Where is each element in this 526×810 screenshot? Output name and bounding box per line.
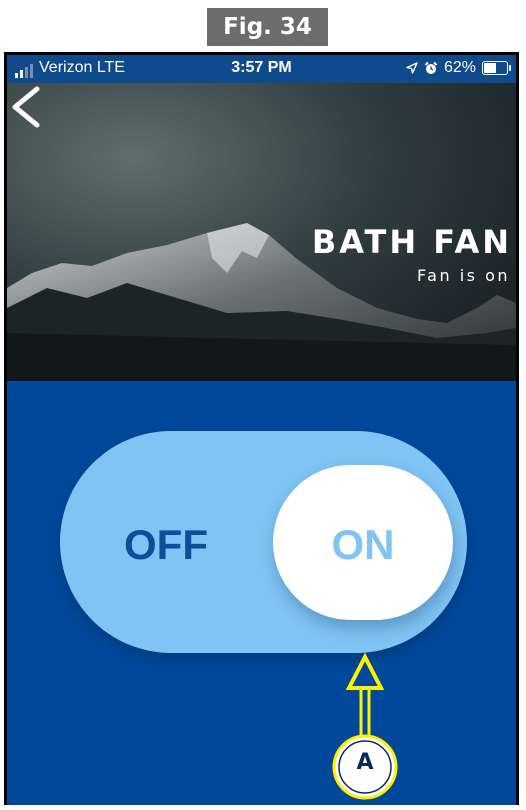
phone-screen: Verizon LTE 3:57 PM 62% BATH FAN Fan is … xyxy=(4,52,519,805)
back-button[interactable] xyxy=(7,83,47,131)
callout-letter: A xyxy=(356,750,374,775)
toggle-off-label: OFF xyxy=(124,521,208,568)
battery-icon xyxy=(482,61,511,75)
alarm-clock-icon xyxy=(424,61,438,74)
callout-a: A xyxy=(320,650,430,805)
fan-status-text: Fan is on xyxy=(416,266,510,285)
fan-toggle-switch[interactable]: OFF ON xyxy=(60,431,467,653)
battery-percent: 62% xyxy=(443,59,476,76)
toggle-on-label: ON xyxy=(331,521,395,568)
figure-label: Fig. 34 xyxy=(207,8,328,46)
page-title: BATH FAN xyxy=(311,223,512,261)
status-bar: Verizon LTE 3:57 PM 62% xyxy=(7,55,516,83)
header-image: BATH FAN Fan is on xyxy=(7,83,516,381)
toggle-knob[interactable]: ON xyxy=(273,465,453,620)
location-arrow-icon xyxy=(406,62,418,74)
status-right: 62% xyxy=(406,59,511,77)
